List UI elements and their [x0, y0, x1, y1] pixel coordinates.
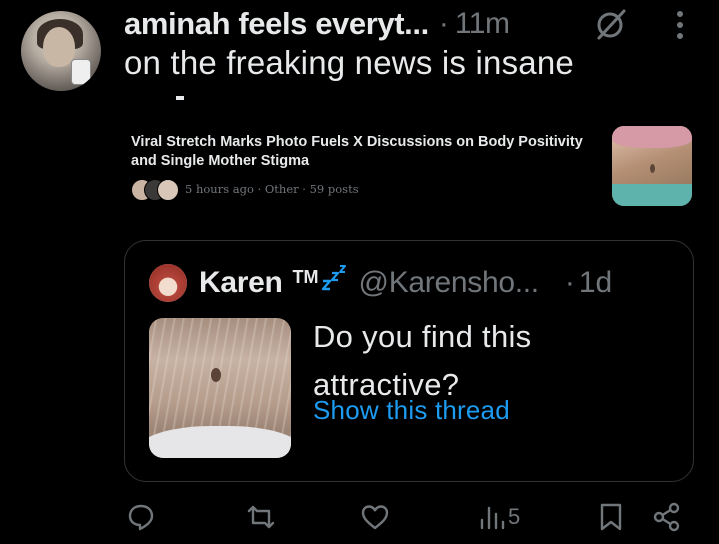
thumb-shirt [612, 126, 692, 148]
quoted-header-separator: · [564, 266, 575, 299]
thumb-pants [612, 184, 692, 206]
thumb-navel [650, 164, 655, 173]
news-avatar-3 [157, 179, 179, 201]
repost-icon[interactable] [246, 502, 276, 532]
share-icon[interactable] [652, 502, 682, 532]
quoted-author-handle[interactable]: @Karensho... [359, 266, 540, 300]
quoted-post-time[interactable]: 1d [579, 266, 612, 300]
news-avatars [131, 179, 179, 201]
quoted-author-tm: TM [292, 267, 319, 287]
show-thread-link[interactable]: Show this thread [313, 395, 510, 426]
quoted-post-image[interactable] [149, 318, 291, 458]
views-count[interactable]: 5 [508, 504, 520, 530]
header-separator: · [438, 7, 449, 40]
quoted-author-name[interactable]: Karen [199, 266, 283, 300]
quoted-post[interactable]: Karen TM @Karensho... · 1d Do you find t… [124, 240, 694, 482]
quoted-author-avatar[interactable] [149, 264, 187, 302]
bookmark-icon[interactable] [596, 502, 626, 532]
views-icon[interactable] [478, 502, 508, 532]
image-garment [149, 426, 291, 458]
more-options-icon[interactable] [676, 10, 684, 40]
image-navel [211, 368, 221, 382]
like-icon[interactable] [360, 502, 390, 532]
news-meta-text: 5 hours ago · Other · 59 posts [185, 182, 359, 196]
author-avatar[interactable] [21, 11, 101, 91]
news-title[interactable]: Viral Stretch Marks Photo Fuels X Discus… [131, 133, 601, 171]
post-header: aminah feels everyt... · 11m [124, 4, 510, 44]
news-thumbnail[interactable] [612, 126, 692, 206]
grok-icon[interactable] [594, 7, 628, 41]
avatar-phone [71, 59, 91, 85]
news-meta: 5 hours ago · Other · 59 posts [131, 179, 359, 201]
quoted-avatar-art [149, 264, 187, 302]
post-text: on the freaking news is insane [124, 44, 574, 81]
quoted-post-header: Karen TM @Karensho... · 1d [199, 261, 612, 305]
news-card[interactable]: Viral Stretch Marks Photo Fuels X Discus… [124, 124, 696, 210]
post-time[interactable]: 11m [455, 7, 510, 41]
reply-icon[interactable] [126, 502, 156, 532]
author-name[interactable]: aminah feels everyt... [124, 6, 429, 42]
zzz-emoji-icon [321, 265, 346, 291]
clipped-text-fragment [176, 96, 184, 100]
